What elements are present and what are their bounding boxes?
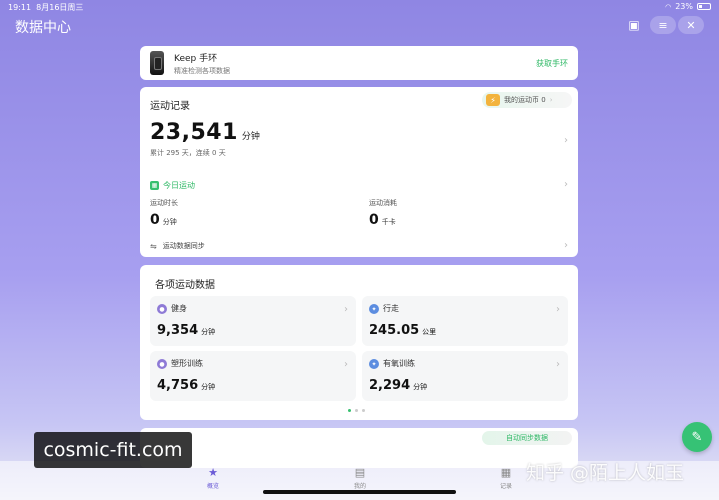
tile-shaping[interactable]: ● 塑形训练 › 4,756 分钟 — [150, 351, 356, 401]
status-time-date: 19:11 8月16日周三 — [8, 2, 83, 13]
shaping-icon: ● — [157, 359, 167, 369]
calories-metric: 0 千卡 — [369, 209, 396, 228]
wifi-icon: ◠ — [665, 2, 672, 11]
star-icon: ★ — [208, 466, 218, 479]
chevron-right-icon: › — [344, 304, 348, 315]
tab-records[interactable]: ▦ 记录 — [486, 466, 526, 490]
tab-label: 我的 — [353, 483, 366, 490]
sports-title: 各项运动数据 — [155, 280, 215, 291]
tile-value-number: 4,756 — [157, 378, 199, 393]
total-minutes-unit: 分钟 — [241, 132, 260, 142]
chevron-right-icon[interactable]: › — [564, 240, 568, 251]
keep-banner-subtitle: 精准检测各项数据 — [174, 66, 230, 75]
close-icon: ✕ — [686, 18, 696, 32]
cumulative-days: 累计 295 天，连续 0 天 — [150, 149, 226, 157]
page-dot — [355, 409, 358, 412]
duration-label: 运动时长 — [150, 199, 178, 207]
sport-record-card: 运动记录 ⚡ 我的运动币 0 › 23,541 分钟 累计 295 天，连续 0 … — [140, 87, 578, 257]
keep-band-banner[interactable]: Keep 手环 精准检测各项数据 获取手环 — [140, 46, 578, 80]
calories-label: 运动消耗 — [369, 199, 397, 207]
calories-unit: 千卡 — [381, 218, 396, 226]
battery-percent: 23% — [675, 2, 693, 11]
tile-value: 2,294 分钟 — [369, 378, 427, 393]
duration-metric: 0 分钟 — [150, 209, 177, 228]
sliders-icon: ≡ — [658, 18, 668, 32]
today-sport-label: 今日运动 — [163, 181, 195, 190]
my-coins-pill[interactable]: ⚡ 我的运动币 0 › — [482, 92, 572, 108]
today-sport-tag[interactable]: ▦ 今日运动 — [150, 180, 195, 191]
fitness-icon: ● — [157, 304, 167, 314]
tile-value-unit: 分钟 — [413, 383, 428, 391]
total-minutes[interactable]: 23,541 分钟 — [150, 120, 260, 145]
calendar-icon: ▦ — [150, 181, 159, 190]
lightning-icon: ⚡ — [486, 94, 500, 106]
sport-data-sync-row[interactable]: ⇋ 运动数据同步 — [150, 241, 205, 251]
tab-label: 记录 — [499, 483, 512, 490]
tile-value-unit: 分钟 — [201, 328, 216, 336]
tile-walking[interactable]: ✦ 行走 › 245.05 公里 — [362, 296, 568, 346]
auto-sync-pill[interactable]: 自动同步数据 — [482, 431, 572, 445]
tile-value: 9,354 分钟 — [157, 323, 215, 338]
record-title: 运动记录 — [150, 101, 190, 112]
tile-value-number: 9,354 — [157, 323, 199, 338]
tile-value-number: 245.05 — [369, 323, 420, 338]
page-dot — [362, 409, 365, 412]
page-title: 数据中心 — [15, 20, 71, 36]
tab-overview[interactable]: ★ 概览 — [193, 466, 233, 490]
tile-label: 有氧训练 — [383, 359, 415, 368]
pencil-icon: ✎ — [691, 429, 703, 445]
duration-value: 0 — [150, 212, 160, 228]
chevron-right-icon: › — [556, 304, 560, 315]
get-band-link[interactable]: 获取手环 — [536, 58, 568, 69]
status-indicators: ◠ 23% — [665, 2, 711, 11]
chevron-right-icon: › — [344, 359, 348, 370]
tile-value: 245.05 公里 — [369, 323, 436, 338]
sync-icon: ⇋ — [150, 241, 157, 251]
chevron-right-icon: › — [549, 96, 553, 104]
tile-value-unit: 公里 — [422, 328, 437, 336]
status-date: 8月16日周三 — [36, 3, 84, 12]
sync-label: 运动数据同步 — [162, 242, 205, 250]
tile-label: 健身 — [171, 304, 187, 313]
tile-value: 4,756 分钟 — [157, 378, 215, 393]
tile-fitness[interactable]: ● 健身 › 9,354 分钟 — [150, 296, 356, 346]
aerobic-icon: ✦ — [369, 359, 379, 369]
close-button[interactable]: ✕ — [678, 16, 704, 34]
note-icon: ▤ — [354, 466, 366, 479]
tile-label: 行走 — [383, 304, 399, 313]
tile-aerobic[interactable]: ✦ 有氧训练 › 2,294 分钟 — [362, 351, 568, 401]
tile-value-number: 2,294 — [369, 378, 411, 393]
tile-value-unit: 分钟 — [201, 383, 216, 391]
zhihu-watermark: 知乎 @陌上人如玉 — [526, 462, 685, 484]
total-minutes-value: 23,541 — [150, 120, 238, 145]
calories-value: 0 — [369, 212, 379, 228]
duration-unit: 分钟 — [162, 218, 177, 226]
walking-icon: ✦ — [369, 304, 379, 314]
home-indicator[interactable] — [263, 490, 456, 494]
page-indicator[interactable] — [348, 409, 365, 412]
battery-icon — [697, 3, 711, 10]
chevron-right-icon[interactable]: › — [564, 135, 568, 146]
coins-label: 我的运动币 0 — [504, 96, 546, 104]
tab-mine[interactable]: ▤ 我的 — [340, 466, 380, 490]
sports-data-card: 各项运动数据 ● 健身 › 9,354 分钟 ✦ 行走 › 245.05 公里 ● … — [140, 265, 578, 420]
tile-label: 塑形训练 — [171, 359, 203, 368]
status-time: 19:11 — [8, 3, 32, 12]
grid-icon: ▦ — [500, 466, 512, 479]
page-dot — [348, 409, 351, 412]
edit-document-icon[interactable]: ▣ — [625, 16, 643, 34]
add-record-fab[interactable]: ✎ — [682, 422, 712, 452]
tab-label: 概览 — [206, 483, 219, 490]
filter-button[interactable]: ≡ — [650, 16, 676, 34]
site-watermark: cosmic-fit.com — [34, 432, 192, 468]
chevron-right-icon: › — [556, 359, 560, 370]
chevron-right-icon[interactable]: › — [564, 179, 568, 190]
band-image — [150, 51, 164, 75]
keep-banner-title: Keep 手环 — [174, 53, 218, 64]
